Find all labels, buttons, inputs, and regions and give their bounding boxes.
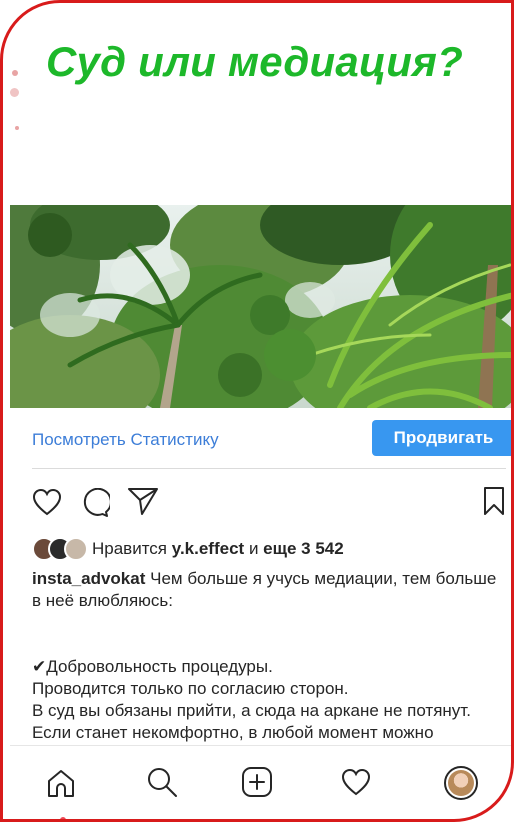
caption-line: Проводится только по согласию сторон. xyxy=(32,679,349,698)
bottom-tab-bar xyxy=(10,745,514,822)
likes-count[interactable]: еще 3 542 xyxy=(263,539,344,558)
notification-dot xyxy=(60,817,66,822)
activity-heart-icon[interactable] xyxy=(341,768,371,796)
post-photo-palms[interactable] xyxy=(10,205,514,408)
caption-line: Если станет некомфортно, в любой момент … xyxy=(32,723,434,742)
post-image-title-area xyxy=(10,0,514,205)
bookmark-icon[interactable] xyxy=(483,486,505,516)
comment-icon[interactable] xyxy=(80,488,110,518)
decor-dot xyxy=(12,70,18,76)
post-caption: insta_advokat Чем больше я учусь медиаци… xyxy=(32,568,510,744)
decor-dot xyxy=(15,126,19,130)
liker-avatars xyxy=(32,537,90,561)
view-insights-link[interactable]: Посмотреть Статистику xyxy=(32,430,219,450)
home-icon[interactable] xyxy=(46,768,76,798)
likes-joiner: и xyxy=(248,539,259,558)
promote-button[interactable]: Продвигать xyxy=(372,420,514,456)
liker-username[interactable]: y.k.effect xyxy=(172,539,244,558)
likes-row[interactable]: Нравится y.k.effect и еще 3 542 xyxy=(32,535,502,563)
jungle-photo xyxy=(10,205,514,408)
check-icon: ✔ xyxy=(32,657,47,676)
caption-line: В суд вы обязаны прийти, а сюда на аркан… xyxy=(32,701,471,720)
decor-dot xyxy=(10,88,19,97)
post-headline: Суд или медиация? xyxy=(46,38,463,85)
heart-icon[interactable] xyxy=(32,488,62,516)
add-post-icon[interactable] xyxy=(241,766,273,798)
profile-avatar[interactable] xyxy=(444,766,478,800)
insights-row: Посмотреть Статистику Продвигать xyxy=(10,408,514,470)
likes-prefix: Нравится xyxy=(92,539,168,558)
caption-line: Добровольность процедуры. xyxy=(46,657,273,676)
avatar xyxy=(448,770,474,796)
share-icon[interactable] xyxy=(127,486,159,516)
post-actions-bar xyxy=(10,470,514,532)
divider xyxy=(32,468,506,469)
search-icon[interactable] xyxy=(146,766,178,798)
caption-username[interactable]: insta_advokat xyxy=(32,569,145,588)
avatar xyxy=(64,537,88,561)
likes-text: Нравится y.k.effect и еще 3 542 xyxy=(92,539,344,559)
